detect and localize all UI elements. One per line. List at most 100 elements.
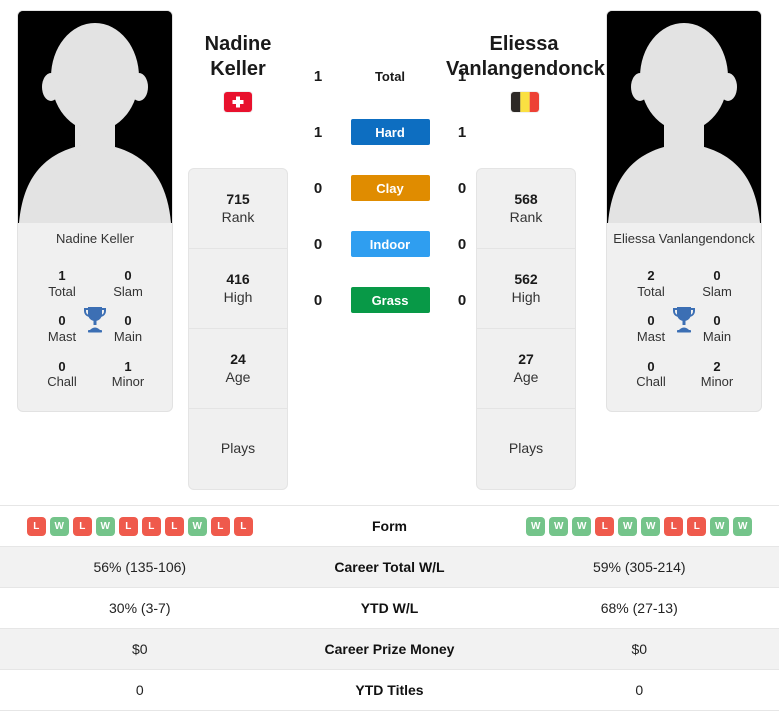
stat-value-right: $0: [631, 641, 648, 657]
form-badge-loss[interactable]: L: [26, 516, 46, 536]
table-row: 56% (135-106) Career Total W/L 59% (305-21…: [0, 547, 779, 588]
avatar-name-left: Nadine Keller: [55, 231, 135, 246]
form-badge-win[interactable]: W: [95, 516, 115, 536]
title-stat-label: Minor: [111, 374, 145, 390]
title-stat: 0 Main: [100, 313, 156, 344]
h2h-score-right: 1: [457, 67, 467, 85]
h2h-surface-label-clay: Clay: [350, 175, 430, 201]
form-badge-win[interactable]: W: [526, 516, 546, 536]
trophy-icon: [671, 305, 697, 333]
title-stat-value: 0: [124, 313, 132, 329]
h2h-score-left: 0: [313, 235, 323, 253]
profile-value: 27: [518, 351, 534, 367]
profile-value: 562: [514, 271, 538, 287]
stat-value-right: 0: [635, 682, 644, 698]
titles-row: 0 Chall 1 Minor: [24, 352, 166, 397]
form-badge-win[interactable]: W: [187, 516, 207, 536]
h2h-score-right: 0: [457, 291, 467, 309]
table-row: 0 YTD Titles 0: [0, 670, 779, 711]
title-stat-value: 0: [713, 268, 721, 284]
player-first-name-right: Eliessa: [489, 33, 559, 55]
title-stat: 0 Slam: [689, 268, 745, 299]
title-stat: 2 Minor: [689, 359, 745, 390]
stat-value-right: 59% (305-214): [592, 559, 686, 575]
form-badge-loss[interactable]: L: [164, 516, 184, 536]
h2h-surface-label-hard: Hard: [350, 119, 430, 145]
table-row: L W L W L L L W L L Form W W W L W W L L W W: [0, 506, 779, 547]
form-badge-win[interactable]: W: [710, 516, 730, 536]
title-stat-label: Main: [702, 329, 732, 345]
player-last-name-left: Keller: [210, 58, 266, 80]
profile-value: 715: [226, 191, 250, 207]
title-stat: 2 Total: [623, 268, 679, 299]
h2h-score-right: 0: [457, 179, 467, 197]
form-badge-loss[interactable]: L: [233, 516, 253, 536]
title-stat-value: 1: [58, 268, 66, 284]
titles-row: 0 Chall 2 Minor: [613, 352, 755, 397]
form-badge-win[interactable]: W: [733, 516, 753, 536]
profile-label: Plays: [508, 440, 544, 457]
title-stat-label: Main: [113, 329, 143, 345]
form-badge-win[interactable]: W: [549, 516, 569, 536]
player-card-right[interactable]: Eliessa Vanlangendonck 2 Total 0 Slam 0 …: [606, 10, 762, 412]
h2h-surface-label-total: Total: [374, 68, 406, 84]
title-stat: 1 Minor: [100, 359, 156, 390]
profile-label: High: [223, 288, 253, 305]
stat-label: YTD W/L: [360, 600, 419, 616]
form-badge-loss[interactable]: L: [141, 516, 161, 536]
form-badge-win[interactable]: W: [641, 516, 661, 536]
form-badge-loss[interactable]: L: [664, 516, 684, 536]
form-badge-win[interactable]: W: [618, 516, 638, 536]
stat-value-left: 56% (135-106): [93, 559, 187, 575]
h2h-score-right: 0: [457, 235, 467, 253]
profile-label: Rank: [221, 208, 255, 225]
form-badge-loss[interactable]: L: [595, 516, 615, 536]
profile-item-high: 562 High: [477, 249, 575, 329]
profile-label: Age: [513, 368, 539, 385]
stat-label: Form: [372, 518, 407, 534]
form-badge-loss[interactable]: L: [210, 516, 230, 536]
form-badge-loss[interactable]: L: [118, 516, 138, 536]
form-strip: WWWLWWLLWW: [526, 516, 753, 536]
h2h-score-right: 1: [457, 123, 467, 141]
player-comparison-header: Nadine Keller 1 Total 0 Slam 0 Mast 0 Ma…: [0, 0, 779, 502]
form-badge-loss[interactable]: L: [687, 516, 707, 536]
title-stat: 0 Chall: [34, 359, 90, 390]
belgian-flag-icon: [511, 92, 539, 112]
titles-grid-right: 2 Total 0 Slam 0 Mast 0 Main 0 Chall 2 M…: [607, 257, 761, 411]
h2h-score-left: 1: [313, 123, 323, 141]
title-stat-value: 0: [124, 268, 132, 284]
profile-label: Plays: [220, 440, 256, 457]
profile-label: High: [511, 288, 541, 305]
stat-label: Career Prize Money: [324, 641, 455, 657]
profile-item-rank: 568 Rank: [477, 169, 575, 249]
h2h-row-hard: 1 Hard 1: [300, 118, 480, 146]
h2h-surface-label-grass: Grass: [350, 287, 430, 313]
player-name-left[interactable]: Nadine Keller: [182, 32, 294, 82]
stat-value-left: 30% (3-7): [109, 600, 171, 616]
title-stat: 0 Slam: [100, 268, 156, 299]
form-badge-win[interactable]: W: [572, 516, 592, 536]
trophy-icon: [82, 305, 108, 333]
title-stat-label: Minor: [700, 374, 734, 390]
table-row: $0 Career Prize Money $0: [0, 629, 779, 670]
avatar-left: [18, 11, 172, 223]
h2h-score-left: 0: [313, 179, 323, 197]
title-stat-value: 0: [647, 358, 655, 374]
title-stat-label: Slam: [113, 283, 143, 299]
stat-value-right: 68% (27-13): [600, 600, 678, 616]
titles-row: 1 Total 0 Slam: [24, 261, 166, 306]
player-card-left[interactable]: Nadine Keller 1 Total 0 Slam 0 Mast 0 Ma…: [17, 10, 173, 412]
profile-item-plays: Plays: [477, 409, 575, 489]
avatar-name-right: Eliessa Vanlangendonck: [613, 231, 755, 246]
form-badge-loss[interactable]: L: [72, 516, 92, 536]
stat-value-left: $0: [131, 641, 148, 657]
form-badge-win[interactable]: W: [49, 516, 69, 536]
form-strip: LWLWLLLWLL: [26, 516, 253, 536]
profile-item-high: 416 High: [189, 249, 287, 329]
h2h-row-grass: 0 Grass 0: [300, 286, 480, 314]
profile-item-rank: 715 Rank: [189, 169, 287, 249]
stat-label: YTD Titles: [355, 682, 424, 698]
player-first-name-left: Nadine: [204, 33, 272, 55]
h2h-row-clay: 0 Clay 0: [300, 174, 480, 202]
